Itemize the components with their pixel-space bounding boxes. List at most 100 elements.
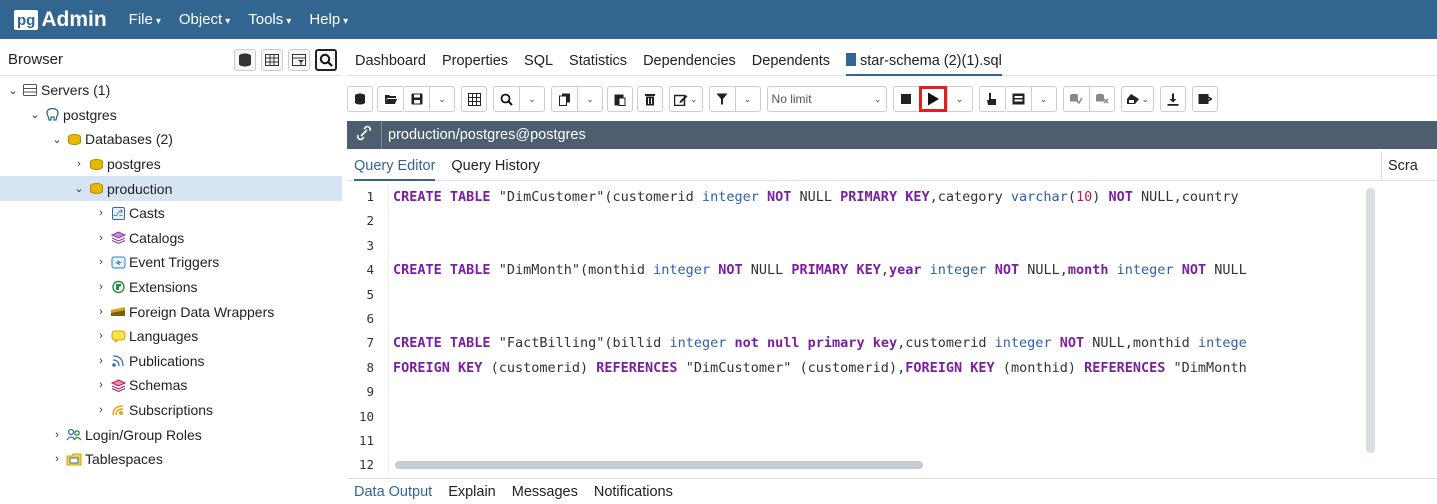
tab-dashboard[interactable]: Dashboard <box>355 44 426 76</box>
chevron-down-icon[interactable]: ⌄ <box>72 182 86 195</box>
chevron-down-icon[interactable]: ⌄ <box>28 108 42 121</box>
tab-data-output[interactable]: Data Output <box>354 484 432 500</box>
filter-chevron-icon[interactable]: ⌄ <box>734 86 761 112</box>
chevron-right-icon[interactable]: › <box>94 306 108 318</box>
stop-icon[interactable] <box>892 86 919 112</box>
tab-dependencies[interactable]: Dependencies <box>643 44 736 76</box>
sql-editor[interactable]: 1 2 3 4 5 6 7 8 9 10 11 12 CREATE TABLE "DimCustome… <box>347 185 1385 475</box>
tree-node-casts[interactable]: › ⎇ Casts <box>0 201 342 226</box>
line-number: 10 <box>358 408 374 424</box>
copy-icon[interactable] <box>551 86 577 112</box>
tab-dependents[interactable]: Dependents <box>752 44 830 76</box>
edit-icon[interactable]: ⌄ <box>669 86 703 112</box>
row-limit-select[interactable]: No limit ⌄ <box>766 86 887 112</box>
save-icon[interactable] <box>403 86 429 112</box>
tree-node-extensions[interactable]: › Extensions <box>0 275 342 300</box>
commit-icon[interactable] <box>1062 86 1089 112</box>
tab-query-file[interactable]: star-schema (2)(1).sql <box>845 44 1002 76</box>
chevron-right-icon[interactable]: › <box>94 207 108 219</box>
code-line[interactable]: ​ <box>393 405 1383 429</box>
save-options-chevron-icon[interactable]: ⌄ <box>429 86 455 112</box>
tab-statistics[interactable]: Statistics <box>569 44 627 76</box>
execute-chevron-icon[interactable]: ⌄ <box>946 86 973 112</box>
tab-sql[interactable]: SQL <box>524 44 553 76</box>
tab-explain[interactable]: Explain <box>448 484 496 500</box>
chevron-right-icon[interactable]: › <box>94 281 108 293</box>
tree-node-databases[interactable]: ⌄ Databases (2) <box>0 127 342 152</box>
filter-icon[interactable] <box>708 86 735 112</box>
tree-node-subscriptions[interactable]: › Subscriptions <box>0 398 342 423</box>
tab-query-history[interactable]: Query History <box>451 151 540 181</box>
chevron-right-icon[interactable]: › <box>94 404 108 416</box>
tree-node-servers[interactable]: ⌄ Servers (1) <box>0 78 342 103</box>
chevron-right-icon[interactable]: › <box>94 232 108 244</box>
chevron-down-icon[interactable]: ⌄ <box>50 133 64 146</box>
code-line[interactable]: CREATE TABLE "FactBilling"(billid intege… <box>393 331 1383 355</box>
elephant-icon <box>44 107 60 122</box>
code-line[interactable]: ​ <box>393 209 1383 233</box>
tree-node-postgres-server[interactable]: ⌄ postgres <box>0 103 342 128</box>
rollback-icon[interactable] <box>1088 86 1115 112</box>
code-line[interactable]: ​ <box>393 307 1383 331</box>
connection-status-icon[interactable] <box>347 125 381 145</box>
tree-node-db-postgres[interactable]: › postgres <box>0 152 342 177</box>
tree-node-publications[interactable]: › Publications <box>0 349 342 374</box>
chevron-right-icon[interactable]: › <box>50 429 64 441</box>
execute-button[interactable] <box>918 86 947 112</box>
horizontal-scrollbar[interactable] <box>395 461 923 469</box>
search-icon[interactable] <box>315 48 337 71</box>
chevron-right-icon[interactable]: › <box>50 453 64 465</box>
open-file-icon[interactable] <box>377 86 403 112</box>
view-data-icon[interactable] <box>261 48 283 71</box>
tree-node-db-production[interactable]: ⌄ production <box>0 176 342 201</box>
macros-icon[interactable] <box>1192 86 1219 112</box>
explain-icon[interactable] <box>978 86 1005 112</box>
chevron-right-icon[interactable]: › <box>72 158 86 170</box>
chevron-right-icon[interactable]: › <box>94 330 108 342</box>
code-line[interactable]: ​ <box>393 380 1383 404</box>
chevron-right-icon[interactable]: › <box>94 355 108 367</box>
chevron-down-icon[interactable]: ⌄ <box>6 84 20 97</box>
tree-node-label: Subscriptions <box>129 402 214 419</box>
query-tool-icon[interactable] <box>234 48 256 71</box>
copy-chevron-icon[interactable]: ⌄ <box>577 86 603 112</box>
download-icon[interactable] <box>1160 86 1187 112</box>
connection-label[interactable]: production/postgres@postgres <box>381 121 586 149</box>
tree-node-tablespaces[interactable]: › Tablespaces <box>0 447 342 472</box>
tab-query-editor[interactable]: Query Editor <box>354 151 436 181</box>
edit-grid-icon[interactable] <box>461 86 487 112</box>
code-line[interactable]: ​ <box>393 429 1383 453</box>
clear-icon[interactable]: ⌄ <box>1120 86 1155 112</box>
explain-chevron-icon[interactable]: ⌄ <box>1030 86 1057 112</box>
chevron-right-icon[interactable]: › <box>94 256 108 268</box>
tree-node-event-triggers[interactable]: › Event Triggers <box>0 250 342 275</box>
code-line[interactable]: CREATE TABLE "DimCustomer"(customerid in… <box>393 185 1383 209</box>
vertical-scrollbar[interactable] <box>1366 188 1375 453</box>
code-area[interactable]: CREATE TABLE "DimCustomer"(customerid in… <box>393 185 1383 475</box>
tab-properties[interactable]: Properties <box>442 44 508 76</box>
explain-analyze-icon[interactable] <box>1004 86 1031 112</box>
tab-notifications[interactable]: Notifications <box>594 484 673 500</box>
paste-icon[interactable] <box>607 86 633 112</box>
code-line[interactable]: ​ <box>393 283 1383 307</box>
code-line[interactable]: CREATE TABLE "DimMonth"(monthid integer … <box>393 258 1383 282</box>
tree-node-login-roles[interactable]: › Login/Group Roles <box>0 422 342 447</box>
database-connect-icon[interactable] <box>347 86 373 112</box>
menu-help[interactable]: Help ▾ <box>309 11 348 28</box>
find-chevron-icon[interactable]: ⌄ <box>519 86 545 112</box>
tree-node-schemas[interactable]: › Schemas <box>0 373 342 398</box>
tree-node-foreign-data-wrappers[interactable]: › Foreign Data Wrappers <box>0 299 342 324</box>
chevron-right-icon[interactable]: › <box>94 379 108 391</box>
menu-tools[interactable]: Tools ▾ <box>248 11 291 28</box>
menu-file[interactable]: File ▾ <box>129 11 161 28</box>
tree-node-catalogs[interactable]: › Catalogs <box>0 226 342 251</box>
menu-object[interactable]: Object ▾ <box>179 11 230 28</box>
tree-node-languages[interactable]: › Languages <box>0 324 342 349</box>
code-line[interactable]: FOREIGN KEY (customerid) REFERENCES "Dim… <box>393 356 1383 380</box>
scratch-pad-tab[interactable]: Scra <box>1381 151 1437 181</box>
delete-icon[interactable] <box>637 86 663 112</box>
code-line[interactable]: ​ <box>393 234 1383 258</box>
tab-messages[interactable]: Messages <box>512 484 578 500</box>
find-icon[interactable] <box>493 86 519 112</box>
filter-rows-icon[interactable] <box>288 48 310 71</box>
